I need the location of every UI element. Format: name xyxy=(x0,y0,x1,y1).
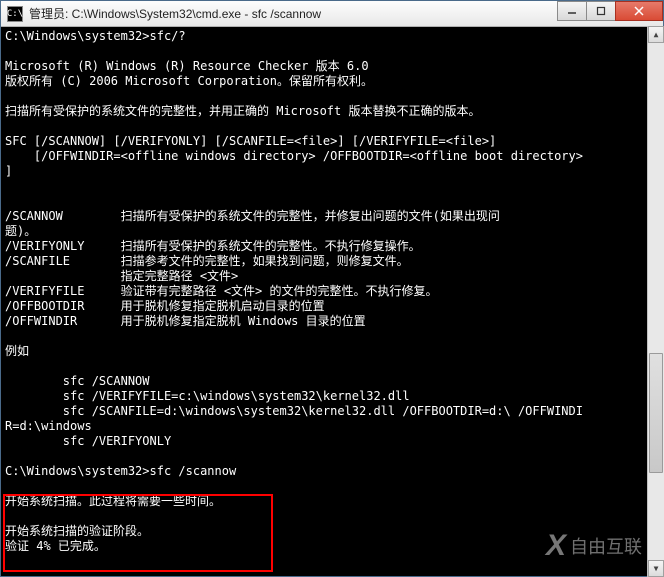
terminal-output[interactable]: C:\Windows\system32>sfc/? Microsoft (R) … xyxy=(1,27,663,576)
window-controls xyxy=(558,1,663,26)
scroll-down-button[interactable]: ▼ xyxy=(648,560,664,577)
scroll-up-button[interactable]: ▲ xyxy=(648,26,664,43)
scroll-thumb[interactable] xyxy=(649,353,663,473)
maximize-button[interactable] xyxy=(586,1,616,21)
window-title: 管理员: C:\Windows\System32\cmd.exe - sfc /… xyxy=(29,5,558,22)
close-button[interactable] xyxy=(615,1,663,21)
app-icon: C:\ xyxy=(7,6,23,22)
scroll-track[interactable] xyxy=(648,43,664,560)
vertical-scrollbar[interactable]: ▲ ▼ xyxy=(647,26,664,577)
titlebar[interactable]: C:\ 管理员: C:\Windows\System32\cmd.exe - s… xyxy=(1,1,663,27)
cmd-window: C:\ 管理员: C:\Windows\System32\cmd.exe - s… xyxy=(0,0,664,577)
minimize-button[interactable] xyxy=(557,1,587,21)
